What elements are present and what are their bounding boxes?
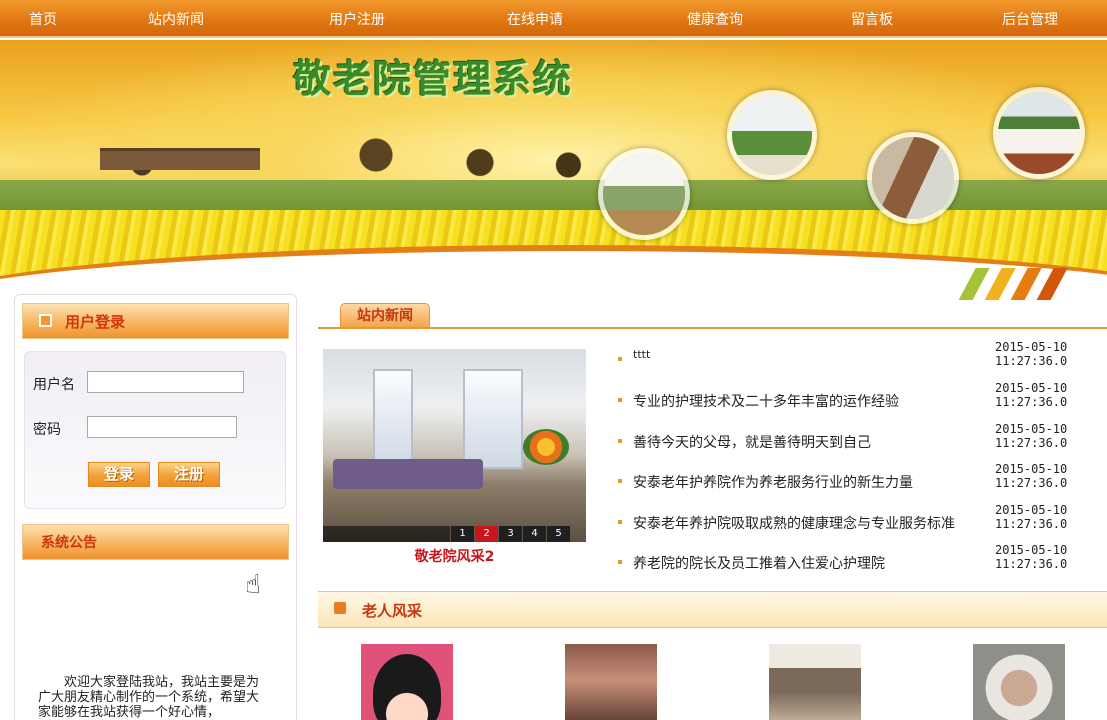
banner-photo-circle [727, 90, 817, 180]
news-item[interactable]: tttt 2015-05-10 11:27:36.0 [618, 340, 1098, 386]
news-title[interactable]: 善待今天的父母，就是善待明天到自己 [633, 432, 871, 452]
bullet-icon [618, 520, 622, 524]
nav-register[interactable]: 用户注册 [329, 9, 385, 29]
banner-photo-circle [867, 132, 959, 224]
news-date: 2015-05-10 11:27:36.0 [995, 422, 1068, 450]
banner-photo-circle [993, 87, 1085, 179]
news-title[interactable]: tttt [633, 348, 650, 361]
tab-news[interactable]: 站内新闻 [340, 303, 430, 328]
notice-text: 欢迎大家登陆我站，我站主要是为广大朋友精心制作的一个系统，希望大家能够在我站获得… [38, 675, 260, 720]
bullet-icon [618, 560, 622, 564]
slide-window [463, 369, 523, 469]
password-label: 密码 [33, 422, 61, 438]
news-title[interactable]: 养老院的院长及员工推着入住爱心护理院 [633, 553, 885, 573]
notice-header: 系统公告 [22, 524, 289, 560]
register-button[interactable]: 注册 [158, 462, 220, 487]
slide-page-5[interactable]: 5 [547, 526, 570, 542]
slide-page-3[interactable]: 3 [499, 526, 522, 542]
nav-guestbook[interactable]: 留言板 [851, 9, 893, 29]
nav-news[interactable]: 站内新闻 [148, 9, 204, 29]
elder-photo[interactable] [565, 644, 657, 720]
slide-page-2[interactable]: 2 [475, 526, 498, 542]
nav-apply[interactable]: 在线申请 [507, 9, 563, 29]
elder-photo[interactable] [769, 644, 861, 720]
news-date: 2015-05-10 11:27:36.0 [995, 340, 1068, 368]
news-date: 2015-05-10 11:27:36.0 [995, 381, 1068, 409]
square-bullet-icon [39, 314, 52, 327]
slide-window [373, 369, 413, 469]
square-bullet-icon [334, 602, 346, 614]
site-title: 敬老院管理系统 [293, 56, 574, 101]
news-date: 2015-05-10 11:27:36.0 [995, 503, 1068, 531]
nav-admin[interactable]: 后台管理 [1002, 9, 1058, 29]
slide-flowers [523, 429, 569, 465]
bullet-icon [618, 439, 622, 443]
nav-health[interactable]: 健康查询 [687, 9, 743, 29]
slide-page-4[interactable]: 4 [523, 526, 546, 542]
slide-bed [333, 459, 483, 489]
header-banner: 敬老院管理系统 [0, 40, 1107, 300]
username-label: 用户名 [33, 377, 75, 393]
bullet-icon [618, 398, 622, 402]
notice-title: 系统公告 [41, 535, 97, 551]
news-item[interactable]: 养老院的院长及员工推着入住爱心护理院 2015-05-10 11:27:36.0 [618, 543, 1098, 589]
bullet-icon [618, 479, 622, 483]
news-slideshow[interactable] [323, 349, 586, 542]
news-tab-line [318, 327, 1107, 329]
news-title[interactable]: 专业的护理技术及二十多年丰富的运作经验 [633, 391, 899, 411]
username-input[interactable] [87, 371, 244, 393]
elders-header: 老人风采 [318, 591, 1107, 628]
slide-status-bar [323, 526, 450, 542]
login-header: 用户登录 [22, 303, 289, 339]
hand-pointer-icon: ☝ [245, 570, 261, 600]
news-item[interactable]: 专业的护理技术及二十多年丰富的运作经验 2015-05-10 11:27:36.0 [618, 381, 1098, 427]
news-date: 2015-05-10 11:27:36.0 [995, 462, 1068, 490]
news-title[interactable]: 安泰老年护养院作为养老服务行业的新生力量 [633, 472, 913, 492]
banner-buildings [100, 148, 260, 170]
nav-home[interactable]: 首页 [29, 9, 57, 29]
elder-photo[interactable] [973, 644, 1065, 720]
slide-pager: 1 2 3 4 5 [450, 526, 570, 542]
slide-page-1[interactable]: 1 [451, 526, 474, 542]
elders-title: 老人风采 [362, 602, 423, 620]
news-title[interactable]: 安泰老年养护院吸取成熟的健康理念与专业服务标准 [633, 513, 955, 533]
slide-caption[interactable]: 敬老院风采2 [323, 546, 586, 566]
login-title: 用户登录 [65, 313, 126, 331]
news-date: 2015-05-10 11:27:36.0 [995, 543, 1068, 571]
avatar [373, 654, 441, 720]
elder-photo[interactable] [361, 644, 453, 720]
login-button[interactable]: 登录 [88, 462, 150, 487]
news-item[interactable]: 安泰老年护养院作为养老服务行业的新生力量 2015-05-10 11:27:36.… [618, 462, 1098, 508]
password-input[interactable] [87, 416, 237, 438]
banner-stripes [954, 268, 1068, 300]
top-nav: 首页 站内新闻 用户注册 在线申请 健康查询 留言板 后台管理 [0, 0, 1107, 38]
banner-photo-circle [598, 148, 690, 240]
bullet-icon [618, 357, 622, 361]
